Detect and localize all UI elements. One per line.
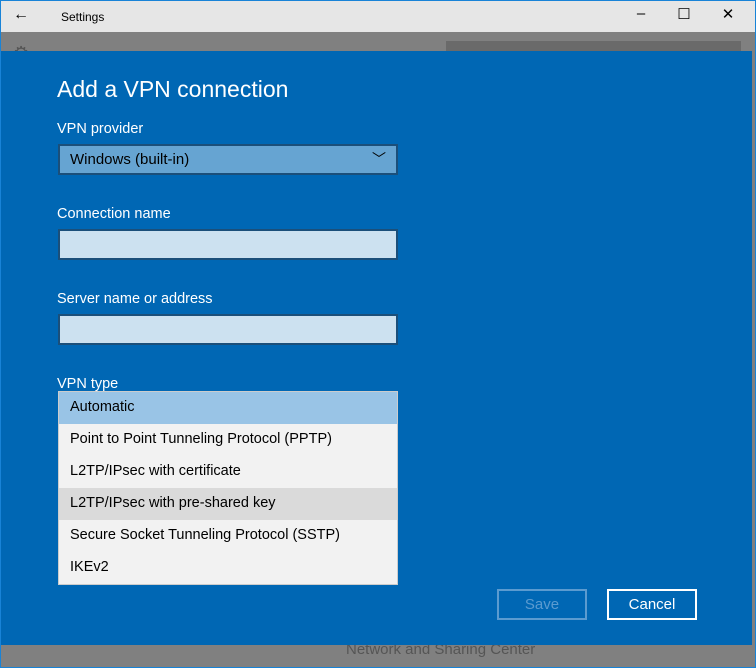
vpn-type-option[interactable]: Automatic: [59, 392, 397, 424]
close-button[interactable]: ✕: [713, 5, 743, 23]
save-button[interactable]: Save: [497, 589, 587, 620]
title-bar: ← Settings – ☐ ✕: [1, 1, 755, 32]
vpn-type-option[interactable]: Secure Socket Tunneling Protocol (SSTP): [59, 520, 397, 552]
vpn-provider-select[interactable]: Windows (built-in) ﹀: [58, 144, 398, 175]
server-input[interactable]: [58, 314, 398, 345]
cancel-button[interactable]: Cancel: [607, 589, 697, 620]
vpn-type-option[interactable]: L2TP/IPsec with pre-shared key: [59, 488, 397, 520]
vpn-type-option[interactable]: Point to Point Tunneling Protocol (PPTP): [59, 424, 397, 456]
minimize-button[interactable]: –: [626, 5, 656, 22]
vpn-type-label: VPN type: [57, 376, 119, 392]
window-title: Settings: [61, 10, 105, 24]
dialog-title: Add a VPN connection: [57, 76, 289, 102]
chevron-down-icon: ﹀: [372, 151, 386, 167]
add-vpn-dialog: Add a VPN connection VPN provider Window…: [1, 51, 752, 645]
back-arrow-icon[interactable]: ←: [13, 6, 29, 24]
connection-name-input[interactable]: [58, 229, 398, 260]
vpn-provider-value: Windows (built-in): [70, 151, 190, 168]
server-label: Server name or address: [57, 291, 213, 307]
vpn-type-dropdown[interactable]: Automatic Point to Point Tunneling Proto…: [58, 391, 398, 585]
vpn-type-option[interactable]: L2TP/IPsec with certificate: [59, 456, 397, 488]
connection-name-label: Connection name: [57, 206, 171, 222]
vpn-provider-label: VPN provider: [57, 121, 144, 137]
maximize-button[interactable]: ☐: [669, 5, 699, 23]
vpn-type-option[interactable]: IKEv2: [59, 552, 397, 584]
